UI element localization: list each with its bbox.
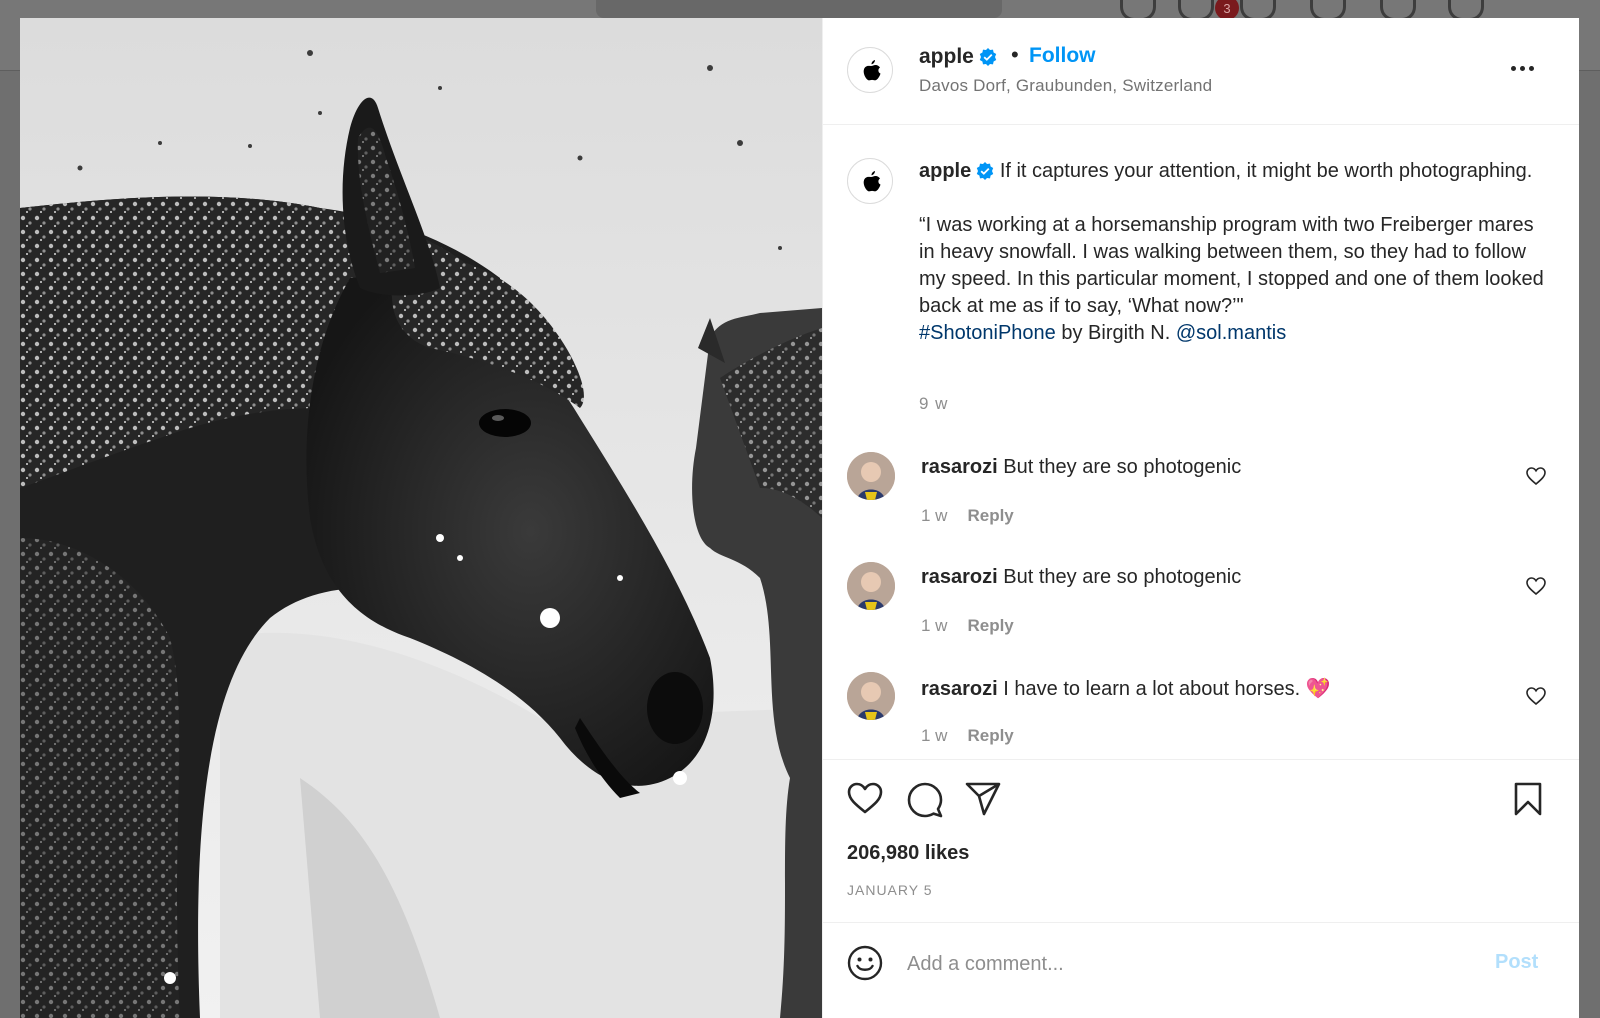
more-options-button[interactable] (1511, 56, 1541, 80)
commenter-username[interactable]: rasarozi (921, 566, 998, 588)
reply-button[interactable]: Reply (967, 616, 1013, 635)
comment-input[interactable] (905, 941, 1469, 987)
caption-mention[interactable]: @sol.mantis (1176, 322, 1286, 344)
comment-like-heart-icon[interactable] (1526, 577, 1546, 595)
add-comment-bar: Post (823, 922, 1579, 1018)
commenter-avatar[interactable] (847, 452, 895, 500)
paper-plane-icon[interactable] (965, 782, 1001, 816)
comment-time[interactable]: 1 w (921, 616, 947, 635)
post-modal: apple • Follow Davos Dorf, Graubunden, S… (20, 18, 1579, 1018)
comment-item: rasarozi But they are so photogenic 1 w R… (823, 562, 1579, 662)
comment-time[interactable]: 1 w (921, 726, 947, 745)
author-avatar[interactable] (847, 47, 893, 93)
caption-username[interactable]: apple (919, 160, 971, 182)
commenter-avatar[interactable] (847, 672, 895, 720)
commenter-avatar-image (847, 562, 895, 610)
comment-time[interactable]: 1 w (921, 506, 947, 525)
follow-button[interactable]: Follow (1029, 44, 1096, 68)
apple-logo-icon (863, 60, 881, 81)
horse-photo-image (20, 18, 822, 1018)
post-location[interactable]: Davos Dorf, Graubunden, Switzerland (919, 76, 1212, 96)
heart-icon[interactable] (847, 782, 883, 814)
comment-body: But they are so photogenic (1003, 566, 1242, 588)
caption-timestamp[interactable]: 9 w (919, 394, 948, 414)
post-caption: apple If it captures your attention, it … (919, 158, 1549, 347)
post-actions: 206,980 likes JANUARY 5 Post (823, 759, 1579, 1018)
bookmark-icon[interactable] (1513, 782, 1543, 816)
author-username-text: apple (919, 45, 974, 68)
background-search-bar (596, 0, 1002, 18)
verified-badge-icon (979, 48, 997, 66)
comment-like-heart-icon[interactable] (1526, 467, 1546, 485)
apple-logo-icon (863, 171, 881, 192)
comment-meta: 1 w Reply (921, 726, 1014, 746)
post-header: apple • Follow Davos Dorf, Graubunden, S… (823, 18, 1579, 125)
comment-body: I have to learn a lot about horses. 💖 (1003, 678, 1331, 700)
smiley-icon[interactable] (847, 945, 883, 981)
caption-hashtag[interactable]: #ShotoniPhone (919, 322, 1056, 344)
comment-like-heart-icon[interactable] (1526, 687, 1546, 705)
commenter-avatar-image (847, 672, 895, 720)
comment-item: rasarozi I have to learn a lot about hor… (823, 672, 1579, 772)
reply-button[interactable]: Reply (967, 506, 1013, 525)
comment-item: rasarozi But they are so photogenic 1 w R… (823, 452, 1579, 552)
commenter-avatar-image (847, 452, 895, 500)
caption-quote: “I was working at a horsemanship program… (919, 214, 1544, 317)
caption-text-line1: If it captures your attention, it might … (999, 160, 1533, 182)
background-notification-badge: 3 (1215, 0, 1239, 20)
comment-bubble-icon[interactable] (907, 782, 943, 818)
caption-credit: by Birgith N. (1061, 322, 1171, 344)
post-photo[interactable] (20, 18, 822, 1018)
verified-badge-icon (977, 162, 994, 180)
reply-button[interactable]: Reply (967, 726, 1013, 745)
post-date[interactable]: JANUARY 5 (847, 882, 933, 898)
separator-dot: • (1011, 42, 1019, 67)
author-username[interactable]: apple (919, 45, 997, 69)
comment-text: rasarozi But they are so photogenic (921, 566, 1241, 589)
post-comment-button[interactable]: Post (1495, 951, 1538, 974)
post-details-panel: apple • Follow Davos Dorf, Graubunden, S… (822, 18, 1579, 1018)
commenter-username[interactable]: rasarozi (921, 456, 998, 478)
commenter-username[interactable]: rasarozi (921, 678, 998, 700)
comment-body: But they are so photogenic (1003, 456, 1242, 478)
comment-text: rasarozi I have to learn a lot about hor… (921, 676, 1331, 701)
commenter-avatar[interactable] (847, 562, 895, 610)
comment-meta: 1 w Reply (921, 506, 1014, 526)
comment-text: rasarozi But they are so photogenic (921, 456, 1241, 479)
likes-count[interactable]: 206,980 likes (847, 842, 969, 865)
comment-meta: 1 w Reply (921, 616, 1014, 636)
caption-author-avatar[interactable] (847, 158, 893, 204)
more-options-icon (1511, 66, 1516, 71)
